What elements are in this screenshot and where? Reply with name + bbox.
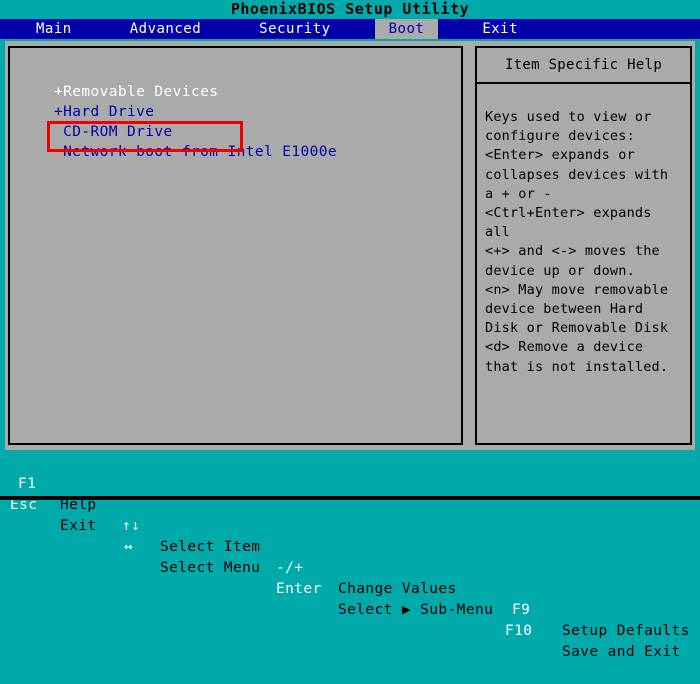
- tab-advanced[interactable]: Advanced: [116, 19, 215, 39]
- status-bar: F1 Help ↑↓ Select Item -/+ Change Values…: [0, 452, 700, 660]
- item-specific-help-panel: Item Specific Help Keys used to view or …: [475, 46, 692, 445]
- help-line: device up or down.: [485, 262, 635, 279]
- action-change-values: Change Values: [338, 581, 457, 597]
- boot-device-removable-devices[interactable]: +Removable Devices: [54, 82, 454, 102]
- action-setup-defaults: Setup Defaults: [562, 623, 690, 639]
- help-line: collapses devices with: [485, 166, 669, 183]
- work-area: +Removable Devices +Hard Drive CD-ROM Dr…: [5, 41, 695, 450]
- bios-setup-screen: PhoenixBIOS Setup Utility Main Advanced …: [0, 0, 700, 660]
- menu-gap-1: [86, 19, 116, 39]
- menu-bar: Main Advanced Security Boot Exit: [0, 19, 700, 39]
- key-f10[interactable]: F10: [505, 621, 532, 642]
- help-panel-title: Item Specific Help: [475, 46, 692, 84]
- page-title: PhoenixBIOS Setup Utility: [0, 0, 700, 19]
- menu-gap-4: [438, 19, 468, 39]
- help-line: <+> and <-> moves the: [485, 243, 660, 260]
- help-panel-body: Keys used to view or configure devices: …: [475, 84, 692, 445]
- help-line: that is not installed.: [485, 358, 669, 375]
- right-edge-border: [695, 39, 700, 452]
- key-minus-plus[interactable]: -/+: [276, 558, 303, 579]
- boot-device-panel: +Removable Devices +Hard Drive CD-ROM Dr…: [8, 46, 463, 445]
- boot-device-list: +Removable Devices +Hard Drive CD-ROM Dr…: [54, 82, 454, 162]
- action-exit: Exit: [60, 518, 97, 534]
- help-line: Disk or Removable Disk: [485, 320, 669, 337]
- menu-gap-3: [345, 19, 375, 39]
- action-select-item: Select Item: [160, 539, 261, 555]
- menu-left-spacer: [0, 19, 22, 39]
- tab-security[interactable]: Security: [245, 19, 344, 39]
- boot-device-hard-drive[interactable]: +Hard Drive: [54, 102, 454, 122]
- help-line: <d> Remove a device: [485, 339, 644, 356]
- key-enter[interactable]: Enter: [276, 579, 322, 600]
- updown-arrows-icon: ↑↓: [122, 518, 141, 534]
- boot-device-cdrom-drive[interactable]: CD-ROM Drive: [54, 122, 454, 142]
- help-line: device between Hard: [485, 301, 644, 318]
- tab-boot[interactable]: Boot: [374, 19, 439, 39]
- leftright-arrows-icon: ↔: [124, 539, 134, 555]
- tab-main[interactable]: Main: [22, 19, 86, 39]
- boot-device-network-boot[interactable]: Network boot from Intel E1000e: [54, 142, 454, 162]
- help-line: <Enter> expands or: [485, 147, 635, 164]
- help-line: Keys used to view or: [485, 109, 652, 125]
- status-bar-row-1: F1 Help ↑↓ Select Item -/+ Change Values…: [0, 453, 700, 639]
- menu-gap-2: [215, 19, 245, 39]
- bottom-border: [0, 496, 700, 500]
- action-select-submenu: Select ▶ Sub-Menu: [338, 602, 494, 618]
- help-line: <Ctrl+Enter> expands: [485, 205, 652, 222]
- help-line: all: [485, 224, 510, 241]
- status-bar-row-2: Esc Exit ↔ Select Menu Enter Select ▶ Su…: [0, 474, 700, 660]
- action-select-menu: Select Menu: [160, 560, 261, 576]
- help-line: <n> May move removable: [485, 281, 669, 298]
- key-f9[interactable]: F9: [512, 600, 530, 621]
- tab-exit[interactable]: Exit: [468, 19, 532, 39]
- help-line: configure devices:: [485, 128, 635, 145]
- help-line: a + or -: [485, 185, 552, 202]
- action-save-and-exit: Save and Exit: [562, 644, 681, 660]
